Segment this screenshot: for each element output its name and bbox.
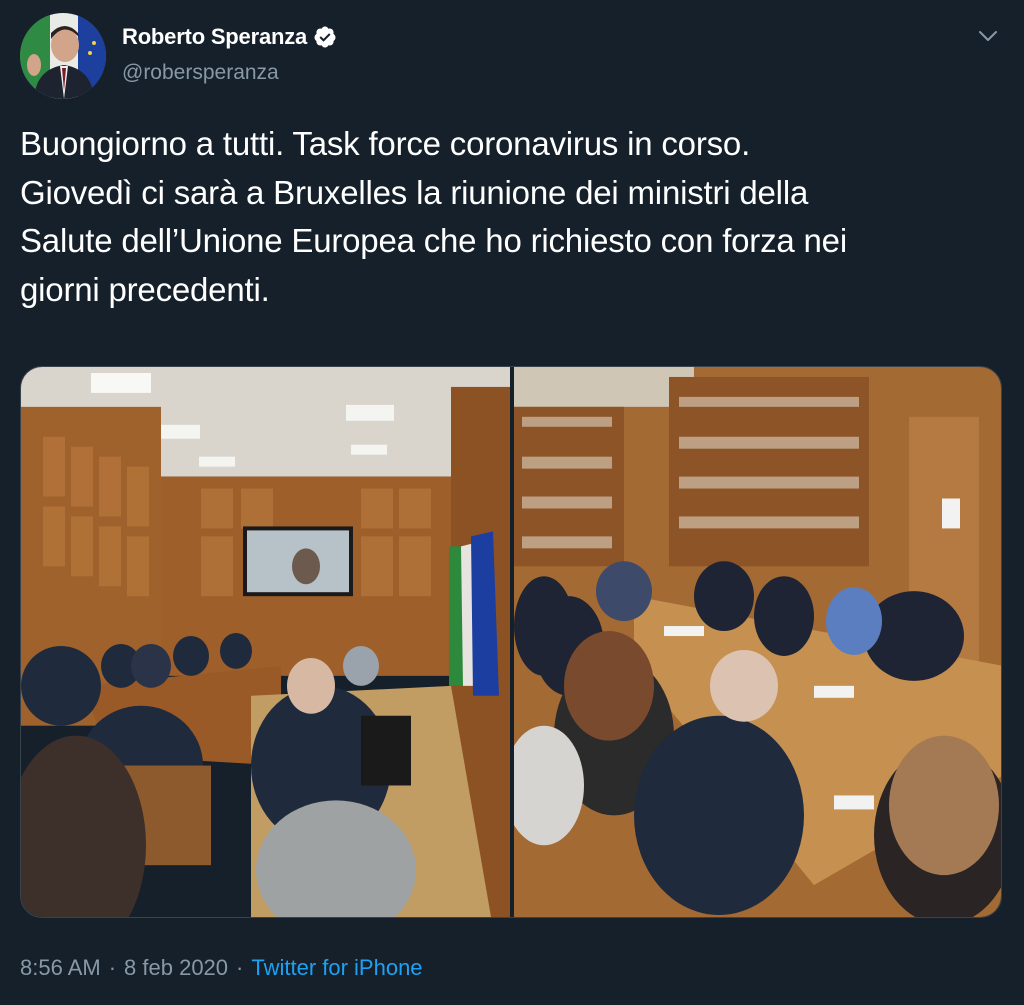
avatar[interactable] [20, 13, 106, 99]
tweet-media [20, 366, 1002, 918]
author-display-name[interactable]: Roberto Speranza [122, 24, 307, 50]
tweet-text-line: Salute dell’Unione Europea che ho richie… [20, 222, 847, 259]
tweet-text-line: giorni precedenti. [20, 270, 270, 308]
tweet-text: Buongiorno a tutti. Task force coronavir… [20, 120, 1000, 314]
author-handle[interactable]: @robersperanza [122, 61, 279, 85]
verified-badge-icon [313, 25, 337, 49]
tweet-text-line: Giovedì ci sarà a Bruxelles la riunione … [20, 173, 809, 211]
tweet-meta: 8:56 AM · 8 feb 2020 · Twitter for iPhon… [20, 955, 423, 981]
media-photo-meeting-room[interactable] [21, 367, 510, 917]
chevron-down-icon[interactable] [976, 24, 1000, 48]
avatar-photo [20, 13, 106, 99]
tweet-date[interactable]: 8 feb 2020 [124, 955, 228, 981]
tweet-time[interactable]: 8:56 AM [20, 955, 101, 981]
meta-separator: · [236, 955, 244, 980]
tweet-text-line: Buongiorno a tutti. Task force coronavir… [20, 125, 751, 162]
media-photo-meeting-table[interactable] [514, 367, 1001, 917]
author-name-row[interactable]: Roberto Speranza [122, 24, 337, 50]
tweet-source-link[interactable]: Twitter for iPhone [251, 955, 422, 981]
meta-separator: · [108, 955, 117, 980]
